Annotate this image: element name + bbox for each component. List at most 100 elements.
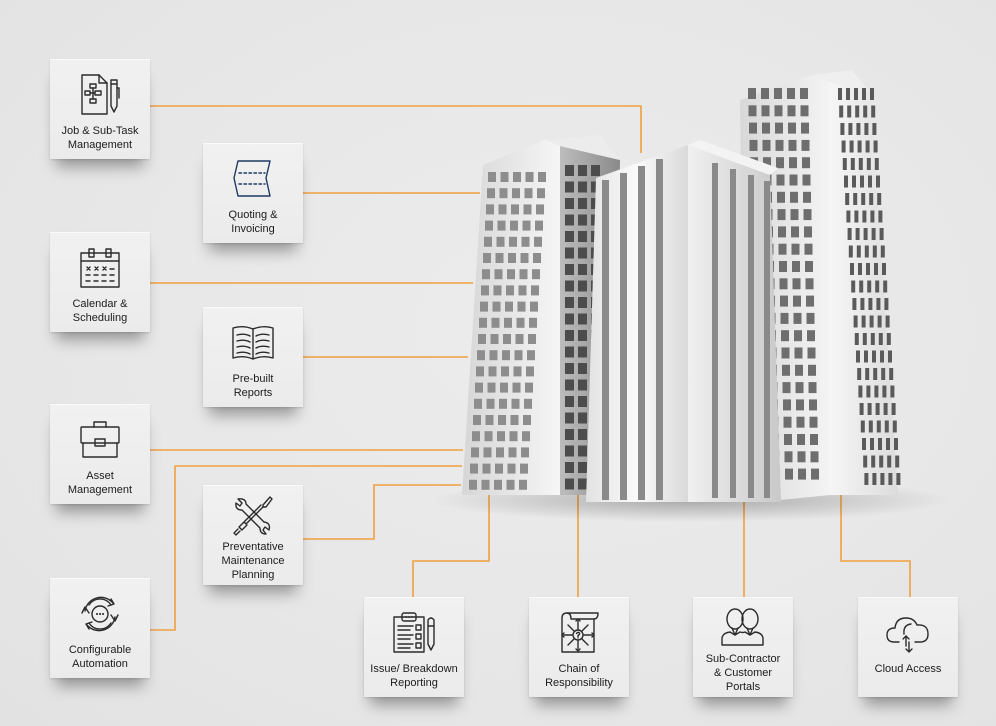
building-window bbox=[793, 312, 802, 324]
building-window bbox=[578, 363, 587, 374]
building-window bbox=[506, 285, 514, 296]
building-window bbox=[872, 123, 877, 135]
building-window bbox=[578, 396, 587, 407]
building-window bbox=[485, 220, 493, 231]
feature-card-asset-management[interactable]: Asset Management bbox=[50, 404, 150, 504]
building-window bbox=[578, 445, 587, 457]
building-window bbox=[810, 434, 818, 445]
building-window bbox=[847, 228, 852, 240]
building-window bbox=[841, 140, 846, 153]
building-window bbox=[499, 398, 507, 409]
building-window bbox=[513, 366, 522, 377]
building-window bbox=[878, 438, 882, 450]
building-window bbox=[507, 269, 515, 280]
building-window bbox=[872, 473, 877, 485]
building-window bbox=[480, 301, 488, 312]
building-window bbox=[536, 204, 544, 215]
feature-card-quoting-invoicing[interactable]: Quoting & Invoicing bbox=[203, 143, 303, 243]
building-window bbox=[509, 431, 518, 442]
building-window bbox=[859, 280, 864, 293]
building-window bbox=[850, 263, 854, 275]
building-window bbox=[783, 416, 792, 428]
building-window bbox=[775, 139, 784, 151]
building-window bbox=[785, 468, 793, 480]
building-window bbox=[891, 403, 896, 415]
building-window bbox=[856, 245, 861, 258]
building-window bbox=[531, 285, 539, 296]
building-window bbox=[869, 315, 874, 328]
building-window bbox=[565, 214, 574, 226]
building-window bbox=[764, 181, 770, 498]
building-window bbox=[512, 188, 520, 199]
building-window bbox=[809, 416, 818, 428]
building-window bbox=[497, 220, 506, 231]
feature-card-subcontractor-customer-portals[interactable]: Sub-Contractor & Customer Portals bbox=[693, 597, 793, 697]
feature-card-chain-of-responsibility[interactable]: Chain of Responsibility bbox=[529, 597, 629, 697]
building-window bbox=[804, 226, 812, 238]
building-window bbox=[565, 280, 574, 292]
building-window bbox=[811, 468, 819, 480]
clipboard-checklist-pen-icon bbox=[391, 610, 437, 656]
building-window bbox=[495, 253, 504, 263]
building-window bbox=[887, 455, 892, 468]
building-window bbox=[896, 473, 901, 485]
building-window bbox=[591, 165, 600, 176]
building-window bbox=[862, 333, 867, 345]
feature-card-prebuilt-reports[interactable]: Pre-built Reports bbox=[203, 307, 303, 407]
building-window bbox=[864, 245, 869, 258]
building-window bbox=[578, 379, 587, 391]
building-window bbox=[499, 188, 508, 199]
feature-card-configurable-automation[interactable]: Configurable Automation bbox=[50, 578, 150, 678]
building-window bbox=[532, 269, 540, 280]
building-window bbox=[787, 88, 795, 99]
building-window bbox=[783, 399, 791, 411]
building-window bbox=[856, 123, 861, 135]
feature-label: Calendar & Scheduling bbox=[72, 298, 128, 324]
building-window bbox=[516, 317, 525, 328]
building-window bbox=[866, 263, 870, 275]
briefcase-icon bbox=[77, 417, 123, 463]
building-window bbox=[840, 123, 845, 135]
building-window bbox=[482, 463, 491, 474]
building-window bbox=[565, 165, 574, 176]
building-window bbox=[869, 193, 874, 205]
feature-label: Pre-built Reports bbox=[232, 373, 274, 399]
building-window bbox=[789, 157, 797, 169]
building-window bbox=[870, 333, 875, 345]
building-window bbox=[775, 122, 783, 134]
building-window bbox=[483, 253, 491, 263]
building-window bbox=[878, 210, 883, 223]
feature-card-calendar-scheduling[interactable]: Calendar & Scheduling bbox=[50, 232, 150, 332]
building-window bbox=[883, 403, 888, 415]
building-window bbox=[806, 312, 815, 324]
building-window bbox=[489, 350, 498, 361]
building-window bbox=[878, 333, 883, 345]
building-window bbox=[873, 140, 878, 153]
feature-label: Quoting & Invoicing bbox=[228, 209, 278, 235]
building-window bbox=[855, 105, 860, 118]
building-window bbox=[883, 280, 888, 293]
building-window bbox=[486, 204, 494, 215]
feature-card-preventative-maintenance[interactable]: Preventative Maintenance Planning bbox=[203, 485, 303, 585]
building-window bbox=[578, 462, 587, 473]
building-window bbox=[888, 350, 892, 363]
feature-card-job-management[interactable]: Job & Sub-Task Management bbox=[50, 59, 150, 159]
building-window bbox=[876, 175, 880, 188]
feature-card-issue-breakdown-reporting[interactable]: Issue/ Breakdown Reporting bbox=[364, 597, 464, 697]
building-window bbox=[748, 175, 754, 498]
building-window bbox=[866, 385, 871, 398]
building-window bbox=[839, 105, 844, 118]
building-window bbox=[871, 455, 876, 468]
building-window bbox=[795, 382, 804, 394]
building-window bbox=[886, 333, 891, 345]
building-window bbox=[801, 139, 810, 151]
building-window bbox=[477, 350, 485, 361]
building-window bbox=[488, 172, 496, 182]
building-window bbox=[796, 399, 804, 411]
building-window bbox=[538, 172, 546, 182]
feature-card-cloud-access[interactable]: Cloud Access bbox=[858, 597, 958, 697]
building-window bbox=[861, 193, 866, 205]
calendar-icon bbox=[77, 245, 123, 291]
building-window bbox=[842, 158, 847, 170]
building-window bbox=[514, 350, 523, 361]
